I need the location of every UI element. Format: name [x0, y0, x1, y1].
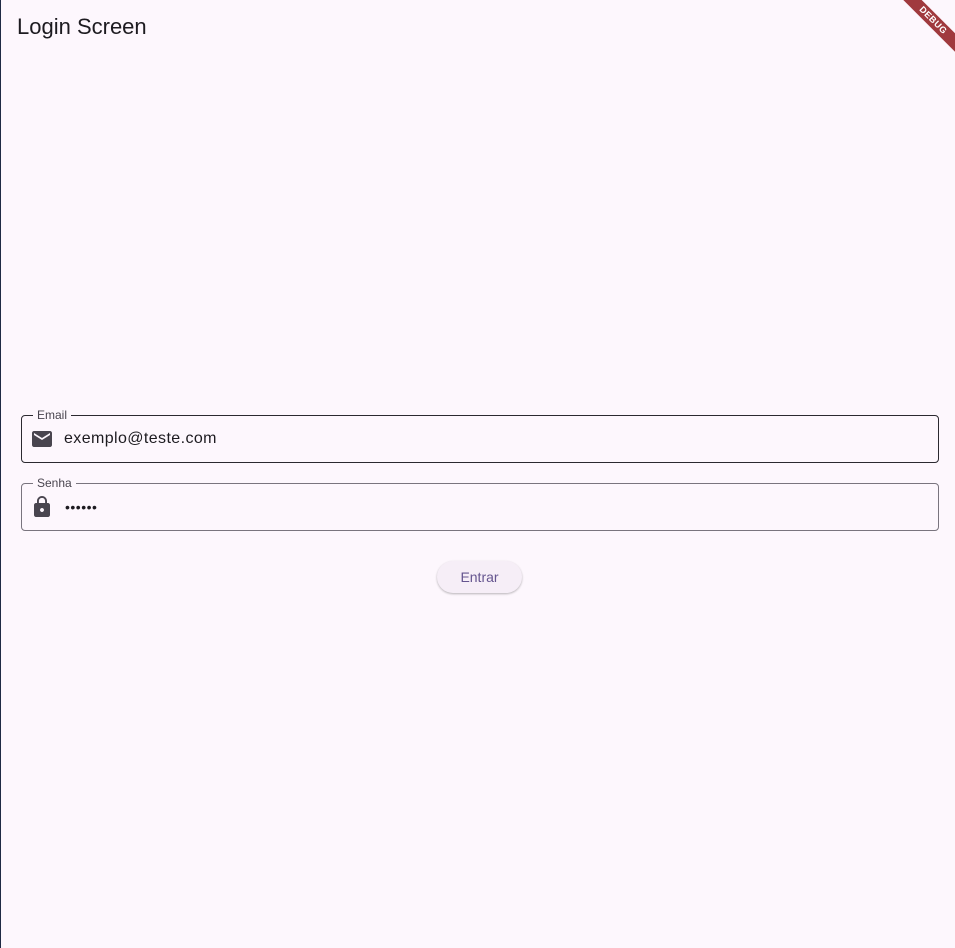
- email-field[interactable]: Email: [21, 407, 939, 463]
- debug-banner-label: DEBUG: [895, 0, 955, 59]
- debug-banner: DEBUG: [875, 0, 955, 80]
- window-left-edge: [0, 0, 1, 948]
- login-button[interactable]: Entrar: [437, 561, 522, 593]
- mail-icon: [30, 427, 54, 451]
- password-field[interactable]: Senha ••••••: [21, 475, 939, 531]
- email-input[interactable]: [64, 416, 924, 462]
- page-title: Login Screen: [17, 14, 147, 39]
- password-input[interactable]: ••••••: [65, 484, 97, 530]
- lock-icon: [30, 495, 54, 519]
